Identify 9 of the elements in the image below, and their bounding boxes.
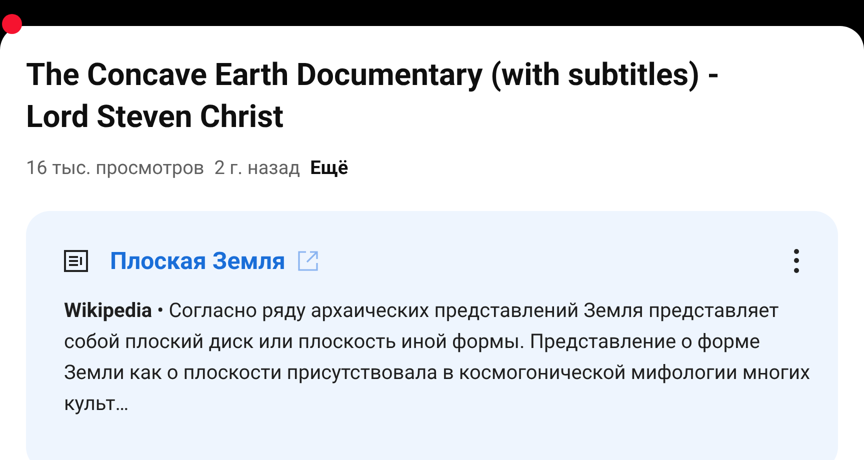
more-options-icon[interactable] [792, 248, 800, 272]
upload-age: 2 г. назад [214, 155, 300, 181]
external-link-icon [297, 250, 320, 272]
article-icon [64, 250, 88, 272]
view-count: 16 тыс. просмотров [26, 155, 204, 181]
video-title: The Concave Earth Documentary (with subtitles) - Lord Steven Christ [26, 55, 720, 137]
article-snippet: Wikipedia • Согласно ряду архаических представлений Земля представляет собой плоский диск или плоскость иной формы. Представление о форме Земли как о плоскости присутствовала в космогонической мифологии многих культ… [64, 296, 811, 416]
article-link[interactable]: Плоская Земля [110, 242, 286, 278]
more-link[interactable]: Ещё [310, 154, 348, 182]
